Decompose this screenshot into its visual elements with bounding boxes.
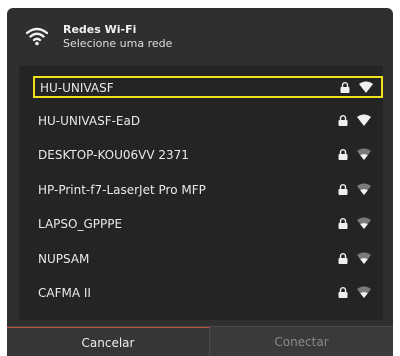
lock-icon (338, 218, 348, 229)
lock-icon (338, 149, 348, 160)
network-item-cafma-ii[interactable]: CAFMA II (33, 283, 383, 305)
wifi-signal-icon (357, 286, 371, 298)
dialog-footer: Cancelar Conectar (7, 326, 393, 356)
wifi-signal-icon (357, 183, 371, 195)
wifi-signal-icon (359, 81, 373, 93)
network-item-hu-univasf[interactable]: HU-UNIVASF (33, 76, 383, 98)
network-name: HU-UNIVASF (40, 81, 114, 95)
dialog-title: Redes Wi-Fi (63, 23, 137, 36)
dialog-header: Redes Wi-Fi Selecione uma rede (7, 8, 393, 66)
network-item-hu-univasf-ead[interactable]: HU-UNIVASF-EaD (33, 111, 383, 133)
network-item-lapso-gpppe[interactable]: LAPSO_GPPPE (33, 214, 383, 236)
network-name: NUPSAM (38, 252, 90, 266)
network-item-nupsam[interactable]: NUPSAM (33, 249, 383, 271)
wifi-dialog: Redes Wi-Fi Selecione uma rede HU-UNIVAS… (7, 8, 393, 356)
network-name: HP-Print-f7-LaserJet Pro MFP (38, 183, 206, 197)
wifi-signal-icon (357, 148, 371, 160)
network-name: LAPSO_GPPPE (38, 217, 123, 231)
network-list[interactable]: HU-UNIVASF HU-UNIVASF-EaD DESKTOP-KOU06V… (19, 66, 383, 320)
network-item-desktop-kou06vv[interactable]: DESKTOP-KOU06VV 2371 (33, 145, 383, 167)
lock-icon (340, 82, 350, 93)
wifi-signal-icon (357, 252, 371, 264)
connect-button[interactable]: Conectar (210, 327, 393, 356)
dialog-subtitle: Selecione uma rede (63, 37, 173, 50)
lock-icon (338, 115, 348, 126)
network-item-hp-print[interactable]: HP-Print-f7-LaserJet Pro MFP (33, 180, 383, 202)
wifi-signal-icon (357, 114, 371, 126)
wifi-signal-icon (357, 217, 371, 229)
lock-icon (338, 184, 348, 195)
lock-icon (338, 253, 348, 264)
network-name: DESKTOP-KOU06VV 2371 (38, 148, 189, 162)
cancel-button[interactable]: Cancelar (7, 327, 210, 356)
network-name: HU-UNIVASF-EaD (38, 114, 141, 128)
network-name: CAFMA II (38, 286, 91, 300)
lock-icon (338, 287, 348, 298)
wifi-icon (26, 27, 48, 46)
